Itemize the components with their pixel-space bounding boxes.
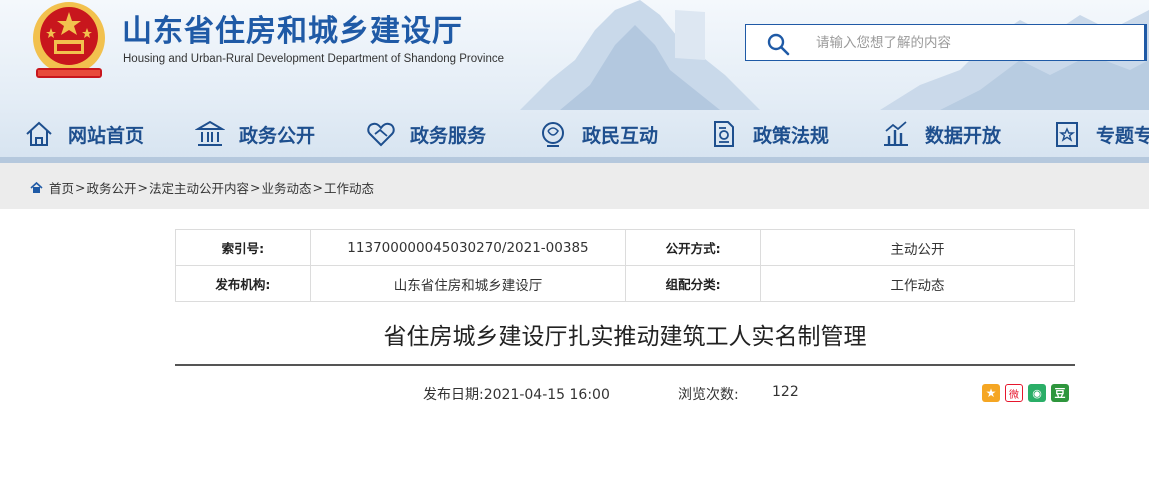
breadcrumb-work-news[interactable]: 工作动态 [324, 178, 374, 197]
nav-item-gov-open[interactable]: 政务公开 [195, 112, 315, 156]
site-title[interactable]: 山东省住房和城乡建设厅 [122, 6, 463, 50]
open-method-value: 主动公开 [759, 229, 1076, 266]
share-bar: ★ 微 ◉ 豆 [982, 384, 1069, 402]
publish-date: 发布日期:2021-04-15 16:00 [423, 387, 610, 403]
douban-icon[interactable]: 豆 [1051, 384, 1069, 402]
breadcrumb-bar: 首页 > 政务公开 > 法定主动公开内容 > 业务动态 > 工作动态 [0, 163, 1149, 209]
weibo-icon[interactable]: 微 [1005, 384, 1023, 402]
nav-item-data-open[interactable]: 数据开放 [881, 112, 1001, 156]
document-icon [714, 121, 734, 147]
nav-label: 数据开放 [925, 124, 1002, 147]
views-count: 122 [772, 384, 799, 400]
title-divider [175, 364, 1075, 366]
index-label: 索引号: [175, 229, 311, 266]
nav-item-policy[interactable]: 政策法规 [709, 112, 829, 156]
qzone-icon[interactable]: ★ [982, 384, 1000, 402]
home-icon [30, 181, 43, 193]
handshake-icon [367, 122, 395, 147]
document-info-table: 索引号: 113700000045030270/2021-00385 公开方式:… [175, 229, 1076, 302]
breadcrumb-home[interactable]: 首页 [49, 178, 74, 197]
breadcrumb: 首页 > 政务公开 > 法定主动公开内容 > 业务动态 > 工作动态 [30, 178, 374, 197]
main-nav: 网站首页 政务公开 政务服务 政民互动 政策法规 数据开放 专题专 [0, 112, 1149, 156]
nav-item-special[interactable]: 专题专 [1052, 112, 1149, 156]
site-subtitle: Housing and Urban-Rural Development Depa… [123, 53, 504, 65]
nav-item-home[interactable]: 网站首页 [24, 112, 144, 156]
nav-item-interaction[interactable]: 政民互动 [538, 112, 658, 156]
category-label: 组配分类: [625, 265, 761, 302]
article-title: 省住房城乡建设厅扎实推动建筑工人实名制管理 [383, 324, 867, 350]
nav-label: 专题专 [1096, 124, 1149, 147]
government-building-icon [195, 120, 225, 146]
mountain-illustration [520, 0, 760, 110]
wechat-icon[interactable]: ◉ [1028, 384, 1046, 402]
nav-item-gov-service[interactable]: 政务服务 [366, 112, 486, 156]
search-box [745, 24, 1147, 61]
publisher-label: 发布机构: [175, 265, 311, 302]
table-row: 索引号: 113700000045030270/2021-00385 公开方式:… [175, 229, 1076, 266]
index-value: 113700000045030270/2021-00385 [309, 229, 627, 266]
breadcrumb-legal-content[interactable]: 法定主动公开内容 [149, 178, 249, 197]
views-label: 浏览次数: [678, 387, 739, 403]
home-icon [26, 121, 52, 146]
site-header: 山东省住房和城乡建设厅 Housing and Urban-Rural Deve… [0, 0, 1149, 163]
bar-chart-icon [884, 121, 908, 146]
chat-icon [542, 122, 564, 147]
nav-label: 政民互动 [582, 124, 659, 147]
nav-label: 政策法规 [753, 124, 830, 147]
breadcrumb-business-news[interactable]: 业务动态 [262, 178, 312, 197]
open-method-label: 公开方式: [625, 229, 761, 266]
national-emblem-icon [33, 2, 105, 78]
search-input[interactable] [816, 31, 1116, 55]
search-icon[interactable] [766, 32, 790, 56]
table-row: 发布机构: 山东省住房和城乡建设厅 组配分类: 工作动态 [175, 265, 1076, 302]
category-value: 工作动态 [759, 265, 1076, 302]
publisher-value: 山东省住房和城乡建设厅 [309, 265, 627, 302]
nav-label: 政务服务 [410, 124, 487, 147]
bookmark-icon [1056, 122, 1078, 147]
nav-label: 政务公开 [239, 124, 316, 147]
breadcrumb-gov-open[interactable]: 政务公开 [87, 178, 137, 197]
nav-label: 网站首页 [68, 124, 145, 147]
